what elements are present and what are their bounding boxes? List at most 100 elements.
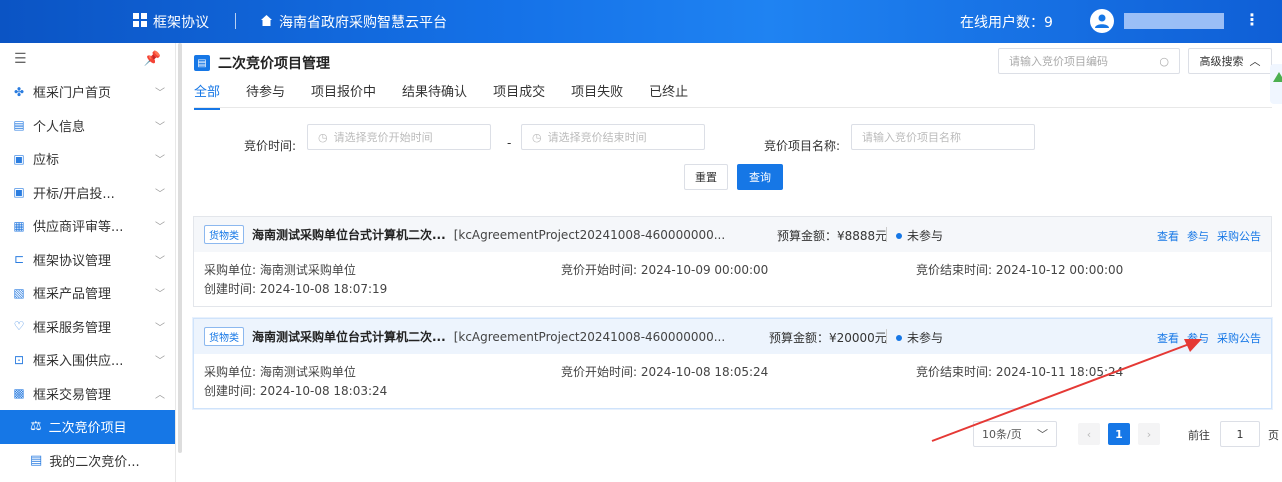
sidebar-item-open-bid[interactable]: ▣ 开标/开启投... ﹀ bbox=[0, 176, 175, 210]
project-code: [kcAgreementProject20241008-460000000... bbox=[453, 329, 726, 344]
username-redacted[interactable] bbox=[1124, 13, 1224, 29]
tab-result-confirm[interactable]: 结果待确认 bbox=[402, 81, 467, 110]
sidebar-item-product[interactable]: ▧ 框采产品管理 ﹀ bbox=[0, 276, 175, 310]
project-code: [kcAgreementProject20241008-460000000... bbox=[453, 227, 726, 242]
view-link[interactable]: 查看 bbox=[1157, 228, 1179, 244]
date-range-separator: - bbox=[507, 136, 512, 150]
announcement-link[interactable]: 采购公告 bbox=[1217, 330, 1261, 346]
float-widget[interactable] bbox=[1270, 64, 1282, 104]
budget-amount: 预算金额：¥8888元 bbox=[777, 229, 888, 243]
advanced-search-button[interactable]: 高级搜索 ︿ bbox=[1188, 48, 1272, 74]
chevron-down-icon: ﹀ bbox=[155, 322, 165, 334]
tab-deal[interactable]: 项目成交 bbox=[493, 81, 545, 110]
sidebar: ☰ 📌 ✤ 框采门户首页 ﹀ ▤ 个人信息 ﹀ ▣ 应标 ﹀ ▣ 开标/开启投... ﹀ ▦ 供应… bbox=[0, 43, 176, 482]
document-icon: ▤ bbox=[194, 55, 210, 71]
avatar[interactable] bbox=[1090, 9, 1114, 33]
divider bbox=[886, 227, 887, 242]
app-brand[interactable]: 框架协议 bbox=[133, 12, 209, 32]
search-icon[interactable]: ○ bbox=[1159, 55, 1169, 68]
gavel-icon: ⚖ bbox=[30, 419, 42, 435]
bid-time-label: 竞价时间: bbox=[244, 139, 297, 153]
participate-link[interactable]: 参与 bbox=[1187, 228, 1209, 244]
divider bbox=[886, 329, 887, 344]
tab-failed[interactable]: 项目失败 bbox=[571, 81, 623, 110]
bid-start-time-field[interactable]: ◷ 请选择竞价开始时间 bbox=[307, 124, 491, 150]
chevron-down-icon: ﹀ bbox=[155, 356, 165, 368]
sidebar-menu: ✤ 框采门户首页 ﹀ ▤ 个人信息 ﹀ ▣ 应标 ﹀ ▣ 开标/开启投... ﹀ ▦ 供应商评审等… bbox=[0, 75, 175, 477]
project-card-body: 采购单位: 海南测试采购单位 竞价开始时间: 2024-10-08 18:05:… bbox=[194, 354, 1271, 409]
app-name: 框架协议 bbox=[153, 15, 209, 31]
query-button[interactable]: 查询 bbox=[737, 164, 783, 190]
bid-end-time: 竞价结束时间: 2024-10-12 00:00:00 bbox=[916, 263, 1124, 277]
tab-quoting[interactable]: 项目报价中 bbox=[311, 81, 376, 110]
product-icon: ▧ bbox=[13, 285, 25, 300]
created-time: 创建时间: 2024-10-08 18:07:19 bbox=[204, 282, 388, 296]
project-name[interactable]: 海南测试采购单位台式计算机二次... bbox=[252, 226, 446, 243]
announcement-link[interactable]: 采购公告 bbox=[1217, 228, 1261, 244]
card-actions: 查看 参与 采购公告 bbox=[1157, 228, 1261, 244]
card-actions: 查看 参与 采购公告 bbox=[1157, 330, 1261, 346]
search-input[interactable]: 请输入竞价项目编码 ○ bbox=[998, 48, 1180, 74]
my-bid-icon: ▤ bbox=[30, 452, 43, 468]
sidebar-item-supplier[interactable]: ⊡ 框采入围供应... ﹀ bbox=[0, 343, 175, 377]
sidebar-item-agreement[interactable]: ⊏ 框架协议管理 ﹀ bbox=[0, 243, 175, 277]
tab-divider bbox=[194, 107, 1272, 108]
apps-icon: ✤ bbox=[13, 84, 25, 99]
sidebar-item-profile[interactable]: ▤ 个人信息 ﹀ bbox=[0, 109, 175, 143]
tab-pending[interactable]: 待参与 bbox=[246, 81, 285, 110]
pin-icon[interactable]: 📌 bbox=[144, 51, 161, 67]
page-size-select[interactable]: 10条/页 ﹀ bbox=[973, 421, 1057, 447]
sidebar-item-service[interactable]: ♡ 框采服务管理 ﹀ bbox=[0, 310, 175, 344]
reset-button[interactable]: 重置 bbox=[684, 164, 728, 190]
tab-all[interactable]: 全部 bbox=[194, 81, 221, 110]
sidebar-item-bid[interactable]: ▣ 应标 ﹀ bbox=[0, 142, 175, 176]
top-bar: 框架协议 海南省政府采购智慧云平台 在线用户数：9 ⋮ bbox=[0, 0, 1282, 43]
status-tabs: 全部 待参与 项目报价中 结果待确认 项目成交 项目失败 已终止 bbox=[194, 81, 688, 110]
goto-page-input[interactable]: 1 bbox=[1220, 421, 1260, 447]
home-icon bbox=[260, 14, 273, 31]
prev-page-button[interactable]: ‹ bbox=[1078, 423, 1100, 445]
user-icon bbox=[1095, 14, 1109, 28]
view-link[interactable]: 查看 bbox=[1157, 330, 1179, 346]
service-icon: ♡ bbox=[13, 319, 25, 334]
agreement-icon: ⊏ bbox=[13, 252, 25, 267]
project-card-header: 货物类 海南测试采购单位台式计算机二次... [kcAgreementProje… bbox=[194, 319, 1271, 354]
bid-icon: ▣ bbox=[13, 151, 25, 166]
sidebar-item-trade[interactable]: ▩ 框采交易管理 ︿ bbox=[0, 377, 175, 411]
buyer-unit: 采购单位: 海南测试采购单位 bbox=[204, 263, 356, 277]
bid-end-time-field[interactable]: ◷ 请选择竞价结束时间 bbox=[521, 124, 705, 150]
page-suffix: 页 bbox=[1268, 429, 1279, 442]
category-tag: 货物类 bbox=[204, 225, 244, 244]
created-time: 创建时间: 2024-10-08 18:03:24 bbox=[204, 384, 388, 398]
review-icon: ▦ bbox=[13, 218, 25, 233]
current-page-button[interactable]: 1 bbox=[1108, 423, 1130, 445]
chevron-down-icon: ﹀ bbox=[155, 188, 165, 200]
topbar-divider bbox=[235, 13, 236, 29]
bid-start-time: 竞价开始时间: 2024-10-09 00:00:00 bbox=[561, 263, 769, 277]
project-name[interactable]: 海南测试采购单位台式计算机二次... bbox=[252, 328, 446, 345]
status-badge: 未参与 bbox=[896, 329, 943, 346]
tab-terminated[interactable]: 已终止 bbox=[649, 81, 688, 110]
chevron-up-icon: ︿ bbox=[1249, 55, 1261, 68]
more-vertical-icon[interactable]: ⋮ bbox=[1244, 10, 1260, 29]
chevron-down-icon: ﹀ bbox=[155, 155, 165, 167]
menu-toggle-icon[interactable]: ☰ bbox=[14, 51, 27, 67]
status-dot-icon bbox=[896, 232, 902, 239]
chevron-down-icon: ﹀ bbox=[155, 255, 165, 267]
project-name-input[interactable]: 请输入竞价项目名称 bbox=[851, 124, 1035, 150]
chevron-down-icon: ﹀ bbox=[155, 289, 165, 301]
next-page-button[interactable]: › bbox=[1138, 423, 1160, 445]
open-bid-icon: ▣ bbox=[13, 185, 25, 200]
sidebar-item-supplier-review[interactable]: ▦ 供应商评审等... ﹀ bbox=[0, 209, 175, 243]
sidebar-subitem-second-bid[interactable]: ⚖ 二次竞价项目 bbox=[0, 410, 175, 444]
platform-link[interactable]: 海南省政府采购智慧云平台 bbox=[260, 12, 447, 32]
profile-icon: ▤ bbox=[13, 118, 25, 133]
budget-amount: 预算金额：¥20000元 bbox=[769, 331, 887, 345]
clock-icon: ◷ bbox=[532, 130, 542, 144]
participate-link[interactable]: 参与 bbox=[1187, 330, 1209, 346]
sidebar-subitem-my-second-bid[interactable]: ▤ 我的二次竞价... bbox=[0, 444, 175, 478]
sidebar-item-portal-home[interactable]: ✤ 框采门户首页 ﹀ bbox=[0, 75, 175, 109]
chevron-down-icon: ﹀ bbox=[155, 222, 165, 234]
chevron-down-icon: ﹀ bbox=[1037, 428, 1048, 441]
status-badge: 未参与 bbox=[896, 227, 943, 244]
